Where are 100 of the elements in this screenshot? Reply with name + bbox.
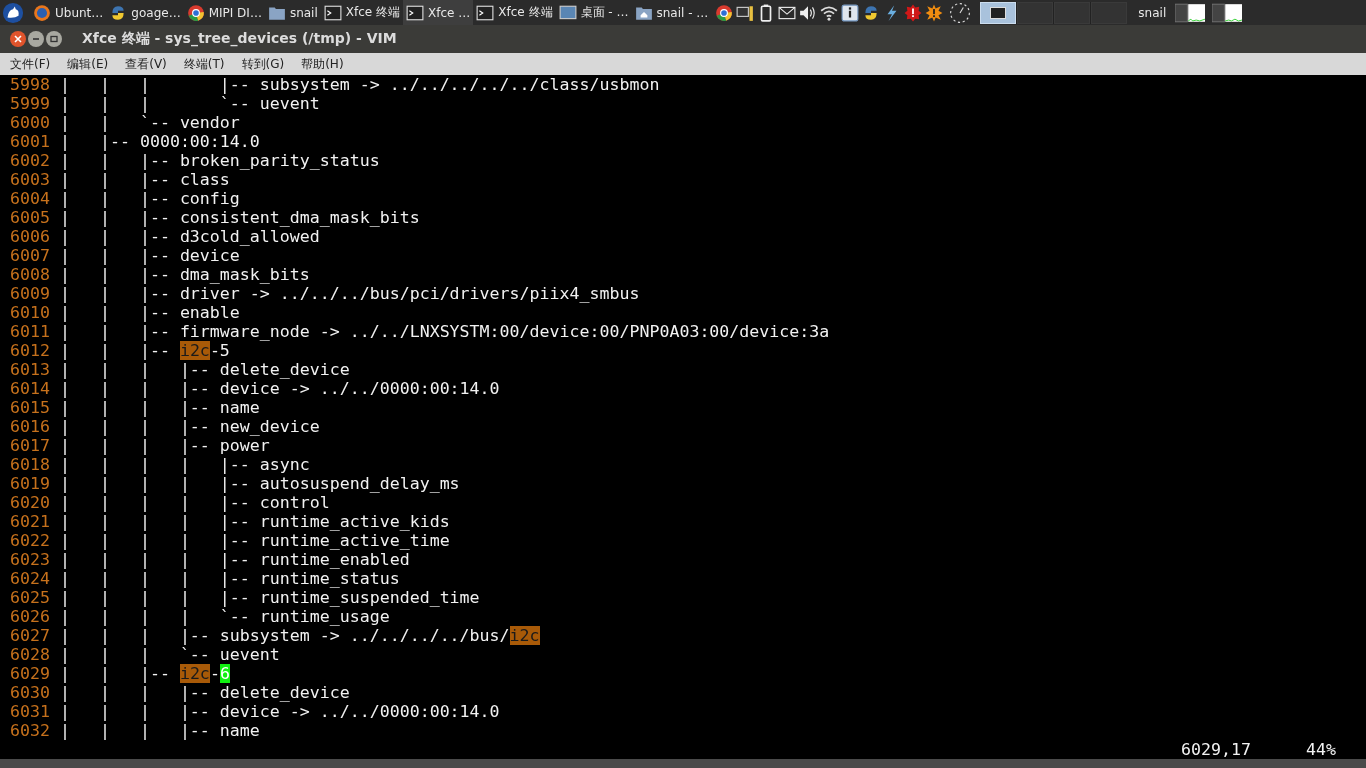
maximize-button[interactable] bbox=[46, 31, 62, 47]
scroll-percent: 44% bbox=[1306, 740, 1336, 759]
taskbar-button[interactable]: goage… bbox=[106, 0, 184, 25]
line-number: 6004 bbox=[9, 189, 51, 208]
line-number: 6028 bbox=[9, 645, 51, 664]
line-number: 6013 bbox=[9, 360, 51, 379]
info-icon[interactable] bbox=[841, 3, 860, 22]
search-match: i2c bbox=[179, 664, 210, 683]
line-number: 5999 bbox=[9, 94, 51, 113]
clock-icon[interactable] bbox=[949, 1, 972, 24]
burst-alert-icon[interactable] bbox=[925, 3, 944, 22]
line-number: 6011 bbox=[9, 322, 51, 341]
code-text: | | |-- config bbox=[60, 189, 240, 208]
terminal-icon bbox=[476, 3, 495, 22]
line-number: 6021 bbox=[9, 512, 51, 531]
line-number: 6001 bbox=[9, 132, 51, 151]
line-number: 6003 bbox=[9, 170, 51, 189]
line-number: 6002 bbox=[9, 151, 51, 170]
code-text: | | | | |-- runtime_enabled bbox=[60, 550, 410, 569]
menu-item[interactable]: 查看(V) bbox=[125, 55, 167, 73]
window-title: Xfce 终端 - sys_tree_devices (/tmp) - VIM bbox=[82, 30, 397, 48]
menu-item[interactable]: 帮助(H) bbox=[301, 55, 344, 73]
terminal-icon bbox=[406, 3, 425, 22]
code-text: | | | | |-- autosuspend_delay_ms bbox=[60, 474, 460, 493]
line-number: 6016 bbox=[9, 417, 51, 436]
code-text: | | |-- d3cold_allowed bbox=[60, 227, 320, 246]
code-text: | | | | |-- async bbox=[60, 455, 310, 474]
maximize-icon bbox=[49, 34, 59, 44]
code-text: | | |-- bbox=[60, 664, 171, 683]
code-text: | | |-- bbox=[60, 341, 171, 360]
code-text: | | | |-- name bbox=[60, 721, 260, 740]
line-number: 6006 bbox=[9, 227, 51, 246]
code-text: | | |-- dma_mask_bits bbox=[60, 265, 310, 284]
code-text: | | |-- firmware_node -> ../../LNXSYSTM:00/device:00/PNP0A03:00/device:3a bbox=[60, 322, 830, 341]
code-text: | | | |-- subsystem -> ../../../../../class/usbmon bbox=[60, 75, 660, 94]
line-number: 6024 bbox=[9, 569, 51, 588]
line-number: 6022 bbox=[9, 531, 51, 550]
search-match: i2c bbox=[179, 341, 210, 360]
menu-item[interactable]: 编辑(E) bbox=[67, 55, 109, 73]
code-text: | | | | `-- runtime_usage bbox=[60, 607, 390, 626]
line-number: 6009 bbox=[9, 284, 51, 303]
monitor-icon[interactable] bbox=[736, 3, 755, 22]
code-text: | | | |-- device -> ../../0000:00:14.0 bbox=[60, 702, 500, 721]
line-number: 6020 bbox=[9, 493, 51, 512]
line-number: 6026 bbox=[9, 607, 51, 626]
alert-badge-icon[interactable] bbox=[904, 3, 923, 22]
line-number: 6029 bbox=[9, 664, 51, 683]
taskbar-button[interactable]: Xfce 终端 bbox=[473, 0, 556, 25]
desktop-icon bbox=[558, 3, 577, 22]
menu-item[interactable]: 文件(F) bbox=[10, 55, 51, 73]
code-text: | | `-- vendor bbox=[60, 113, 240, 132]
close-icon bbox=[13, 34, 23, 44]
taskbar-button[interactable]: 桌面 - … bbox=[555, 0, 632, 25]
code-text: | | | |-- delete_device bbox=[60, 683, 350, 702]
line-number: 6019 bbox=[9, 474, 51, 493]
close-button[interactable] bbox=[10, 31, 26, 47]
cpu-graph-icon bbox=[1175, 2, 1206, 23]
chrome-icon[interactable] bbox=[715, 3, 734, 22]
line-number: 6008 bbox=[9, 265, 51, 284]
memory-graph-icon bbox=[1212, 2, 1243, 23]
taskbar-button[interactable]: Ubunt… bbox=[30, 0, 107, 25]
line-number: 6017 bbox=[9, 436, 51, 455]
taskbar-button[interactable]: snail bbox=[264, 0, 321, 25]
code-text: | | |-- device bbox=[60, 246, 240, 265]
chrome-icon bbox=[186, 3, 205, 22]
line-number: 6032 bbox=[9, 721, 51, 740]
terminal-icon bbox=[323, 3, 342, 22]
search-match: i2c bbox=[509, 626, 540, 645]
menu-item[interactable]: 终端(T) bbox=[183, 55, 225, 73]
line-number: 6012 bbox=[9, 341, 51, 360]
menu-item[interactable]: 转到(G) bbox=[241, 55, 285, 73]
cursor-position: 6029,17 bbox=[1181, 740, 1252, 759]
code-text: | | | |-- name bbox=[60, 398, 260, 417]
code-text: | | | |-- device -> ../../0000:00:14.0 bbox=[60, 379, 500, 398]
minimize-button[interactable] bbox=[28, 31, 44, 47]
code-text: | | | |-- power bbox=[60, 436, 270, 455]
user-name[interactable]: snail bbox=[1138, 5, 1167, 20]
code-text: | | | `-- uevent bbox=[60, 94, 320, 113]
code-text: | | |-- driver -> ../../../bus/pci/drivers/piix4_smbus bbox=[60, 284, 640, 303]
taskbar-button[interactable]: Xfce 终端 bbox=[320, 0, 404, 25]
taskbar-button[interactable]: MIPI DI… bbox=[183, 0, 265, 25]
mouse-logo-icon[interactable] bbox=[2, 1, 24, 24]
line-number: 6014 bbox=[9, 379, 51, 398]
code-text: | | | | |-- runtime_active_kids bbox=[60, 512, 450, 531]
line-number: 6005 bbox=[9, 208, 51, 227]
line-number: 6030 bbox=[9, 683, 51, 702]
line-number: 6023 bbox=[9, 550, 51, 569]
code-text: - bbox=[209, 664, 220, 683]
line-number: 6007 bbox=[9, 246, 51, 265]
code-text: | | |-- class bbox=[60, 170, 230, 189]
code-text: -5 bbox=[209, 341, 230, 360]
code-text: | |-- 0000:00:14.0 bbox=[60, 132, 260, 151]
code-text: | | |-- consistent_dma_mask_bits bbox=[60, 208, 420, 227]
line-number: 6010 bbox=[9, 303, 51, 322]
code-text: | | | | |-- control bbox=[60, 493, 330, 512]
code-text: | | | `-- uevent bbox=[60, 645, 280, 664]
line-number: 6000 bbox=[9, 113, 51, 132]
taskbar-button[interactable]: snail - … bbox=[631, 0, 712, 25]
code-text: | | | | |-- runtime_active_time bbox=[60, 531, 450, 550]
taskbar-button[interactable]: Xfce … bbox=[403, 0, 474, 25]
